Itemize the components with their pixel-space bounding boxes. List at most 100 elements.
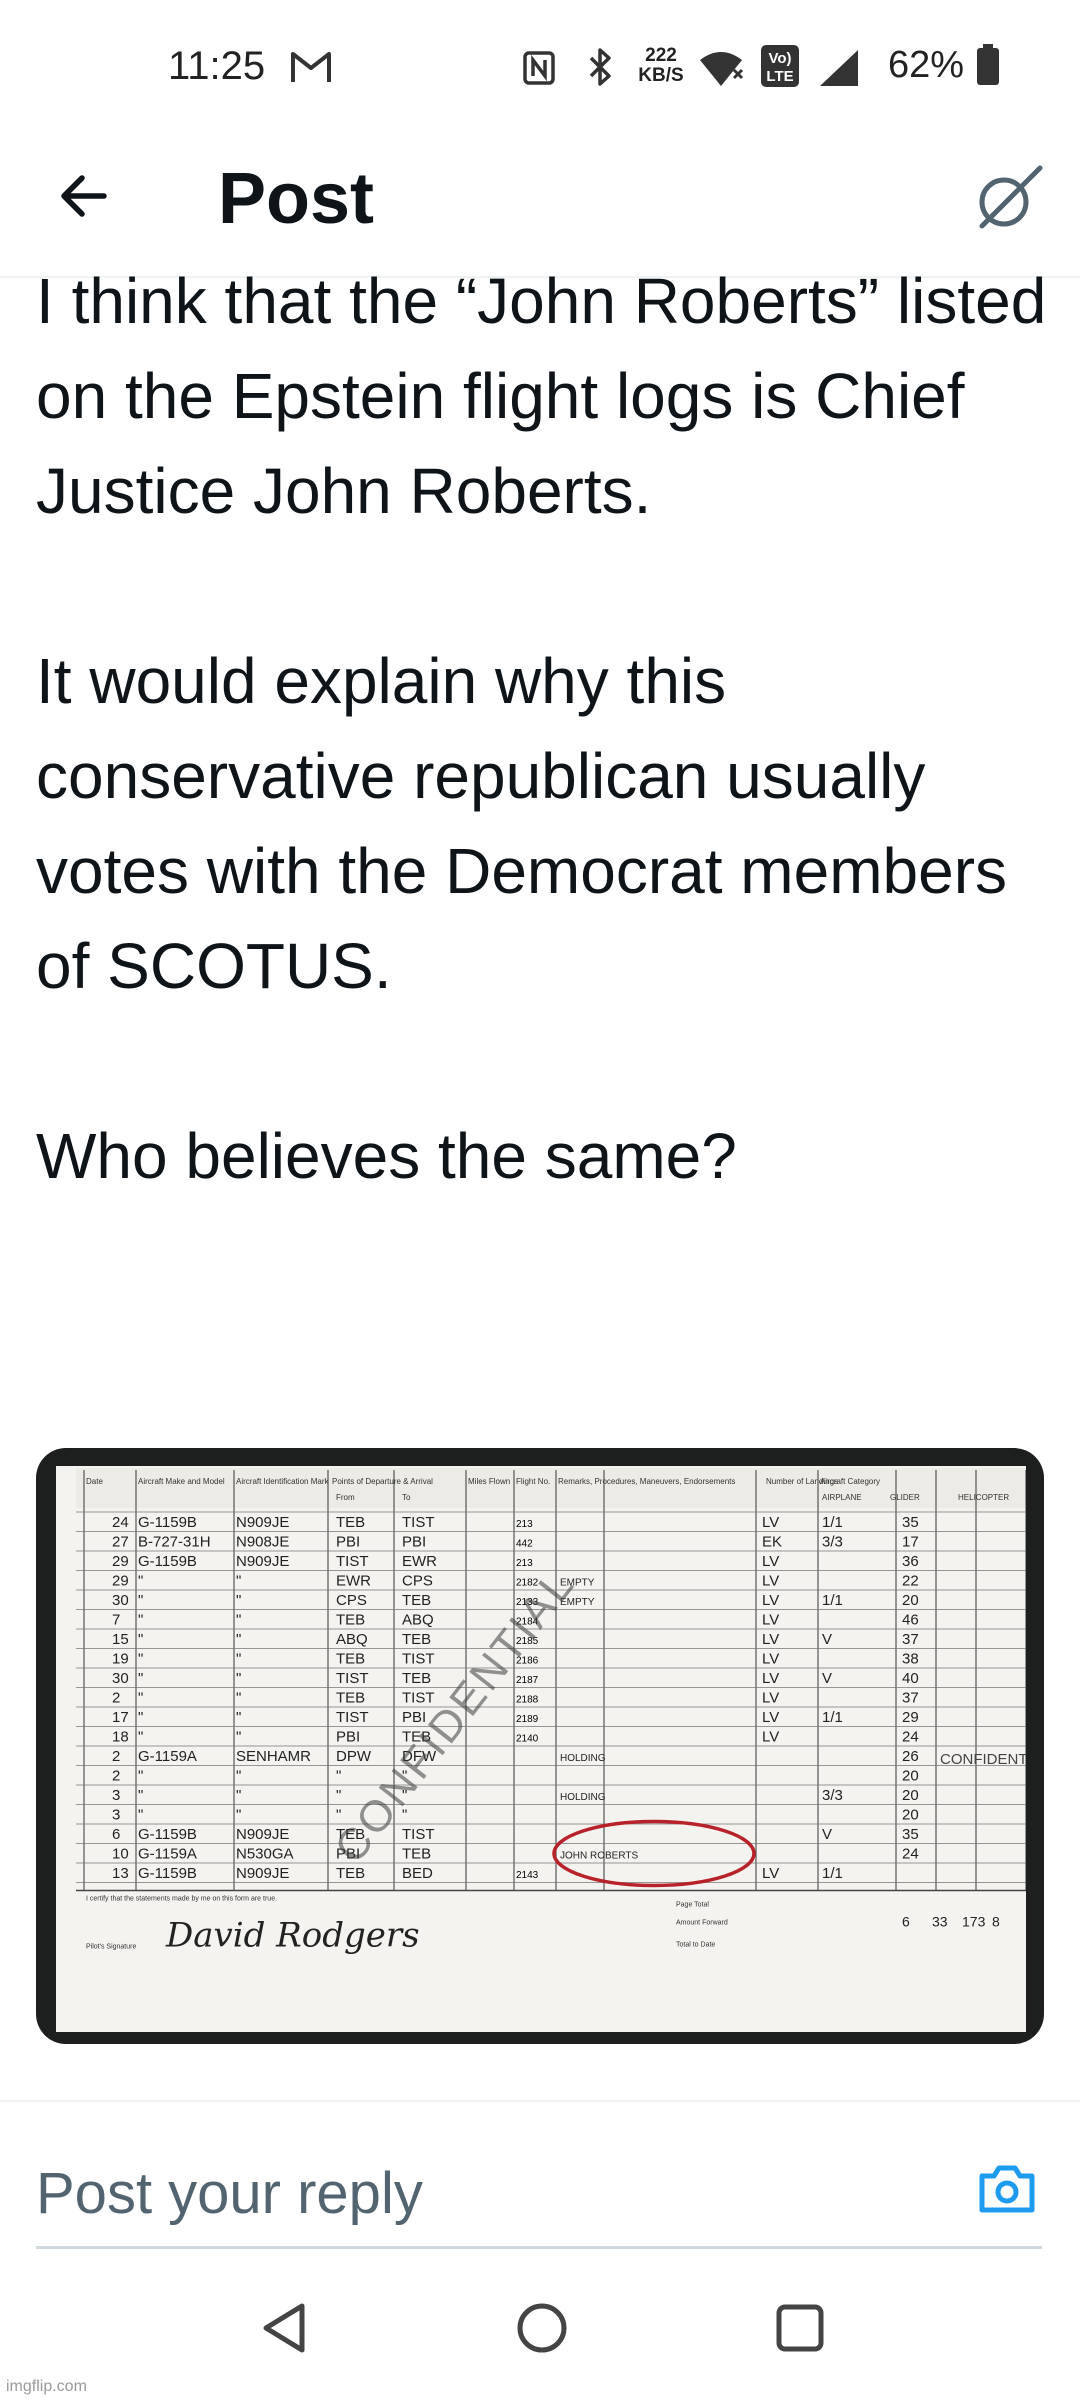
log-cell-to: TEB (402, 1670, 431, 1687)
log-col-header: Aircraft Identification Mark (236, 1477, 329, 1486)
log-cell-tail: SENHAMR (236, 1748, 311, 1765)
log-cell-make: G-1159B (138, 1553, 197, 1570)
log-cell-date: 19 (112, 1651, 129, 1668)
log-cell-landings: 1/1 (822, 1709, 843, 1726)
log-footer-value: 8 (992, 1914, 1000, 1930)
log-cell-category: 24 (902, 1729, 919, 1746)
log-cell-make: G-1159B (138, 1514, 197, 1531)
log-cell-to: TIST (402, 1514, 435, 1531)
log-cell-to: BED (402, 1865, 433, 1882)
log-cell-date: 6 (112, 1826, 120, 1843)
log-cell-from: TEB (336, 1651, 365, 1668)
log-cell-from: TEB (336, 1690, 365, 1707)
log-cell-tail: N908JE (236, 1534, 289, 1551)
log-cell-category: 20 (902, 1807, 919, 1824)
bluetooth-icon (589, 48, 611, 86)
wifi-icon (700, 52, 744, 86)
log-cell-miles: 2187 (516, 1675, 539, 1686)
log-cell-category: 17 (902, 1534, 919, 1551)
log-cell-make: G-1159B (138, 1826, 197, 1843)
volte-line2: LTE (766, 68, 793, 85)
log-cell-date: 15 (112, 1631, 129, 1648)
log-footer-pilot-label: Pilot's Signature (86, 1944, 136, 1951)
log-category-header: HELICOPTER (958, 1493, 1009, 1502)
log-cell-miles: 2188 (516, 1695, 539, 1706)
log-cell-tail: " (236, 1651, 241, 1668)
log-cell-tail: " (236, 1573, 241, 1590)
log-col-header: Points of Departure & Arrival (332, 1477, 433, 1486)
network-speed-value: 222 (645, 45, 677, 66)
log-cell-make: " (138, 1612, 143, 1629)
log-cell-lv: LV (762, 1709, 779, 1726)
status-bar: 11:25 222 KB/S Vo) LTE 62% (0, 0, 1080, 130)
battery-icon (977, 44, 999, 85)
log-cell-category: 35 (902, 1514, 919, 1531)
log-cell-lv: LV (762, 1553, 779, 1570)
log-cell-from: CPS (336, 1592, 367, 1609)
network-speed: 222 KB/S (636, 46, 686, 86)
log-cell-make: B-727-31H (138, 1534, 211, 1551)
log-col-header: Flight No. (516, 1477, 550, 1486)
log-cell-category: 20 (902, 1768, 919, 1785)
log-cell-lv: LV (762, 1514, 779, 1531)
log-cell-tail: " (236, 1807, 241, 1824)
nav-recents-icon[interactable] (772, 2300, 828, 2356)
log-cell-landings: V (822, 1670, 832, 1687)
log-cell-tail: " (236, 1670, 241, 1687)
log-cell-miles: 213 (516, 1519, 533, 1530)
network-speed-unit: KB/S (638, 65, 684, 86)
log-cell-category: 24 (902, 1846, 919, 1863)
signal-icon (820, 50, 858, 86)
camera-icon[interactable] (976, 2158, 1038, 2220)
post-image[interactable]: Date Aircraft Make and Model Aircraft Iden… (36, 1448, 1044, 2044)
log-cell-date: 13 (112, 1865, 129, 1882)
log-category-header: AIRPLANE (822, 1493, 862, 1502)
log-cell-lv: LV (762, 1690, 779, 1707)
log-cell-make: " (138, 1670, 143, 1687)
log-cell-make: " (138, 1709, 143, 1726)
log-cell-landings: V (822, 1631, 832, 1648)
log-cell-landings: 1/1 (822, 1865, 843, 1882)
nav-back-icon[interactable] (258, 2300, 314, 2356)
log-col-header: Aircraft Category (820, 1477, 880, 1486)
log-cell-from: TEB (336, 1612, 365, 1629)
log-footer-value: 6 (902, 1914, 910, 1930)
log-cell-category: 20 (902, 1787, 919, 1804)
log-cell-date: 10 (112, 1846, 129, 1863)
log-cell-landings: 3/3 (822, 1787, 843, 1804)
log-from-label: From (336, 1493, 355, 1502)
log-to-label: To (402, 1493, 411, 1502)
arrow-left-icon[interactable] (52, 164, 116, 228)
grok-icon[interactable] (968, 158, 1048, 238)
nav-home-icon[interactable] (514, 2300, 570, 2356)
log-cell-category: 40 (902, 1670, 919, 1687)
log-cell-category: 38 (902, 1651, 919, 1668)
log-cell-to: TIST (402, 1690, 435, 1707)
log-footer-value: 33 (932, 1914, 948, 1930)
log-cell-tail: " (236, 1612, 241, 1629)
log-cell-category: 37 (902, 1690, 919, 1707)
log-cell-to: ABQ (402, 1612, 434, 1629)
log-cell-miles: 2140 (516, 1734, 539, 1745)
log-cell-tail: " (236, 1592, 241, 1609)
log-cell-tail: " (236, 1631, 241, 1648)
log-cell-to: TEB (402, 1846, 431, 1863)
log-cell-landings: 3/3 (822, 1534, 843, 1551)
log-cell-lv: LV (762, 1729, 779, 1746)
log-footer-total-to-date: Total to Date (676, 1942, 715, 1949)
gmail-icon (291, 52, 331, 82)
log-cell-from: " (336, 1787, 341, 1804)
log-cell-from: TIST (336, 1670, 369, 1687)
log-cell-miles: 213 (516, 1558, 533, 1569)
log-cell-to: CPS (402, 1573, 433, 1590)
log-cell-date: 3 (112, 1787, 120, 1804)
reply-underline (36, 2246, 1042, 2249)
reply-composer: Post your reply (0, 2100, 1080, 2248)
log-cell-from: PBI (336, 1729, 360, 1746)
log-cell-date: 17 (112, 1709, 129, 1726)
log-cell-make: " (138, 1768, 143, 1785)
battery-percent: 62% (888, 44, 965, 86)
log-cell-lv: LV (762, 1865, 779, 1882)
log-cell-to: EWR (402, 1553, 437, 1570)
reply-input[interactable]: Post your reply (36, 2160, 423, 2227)
